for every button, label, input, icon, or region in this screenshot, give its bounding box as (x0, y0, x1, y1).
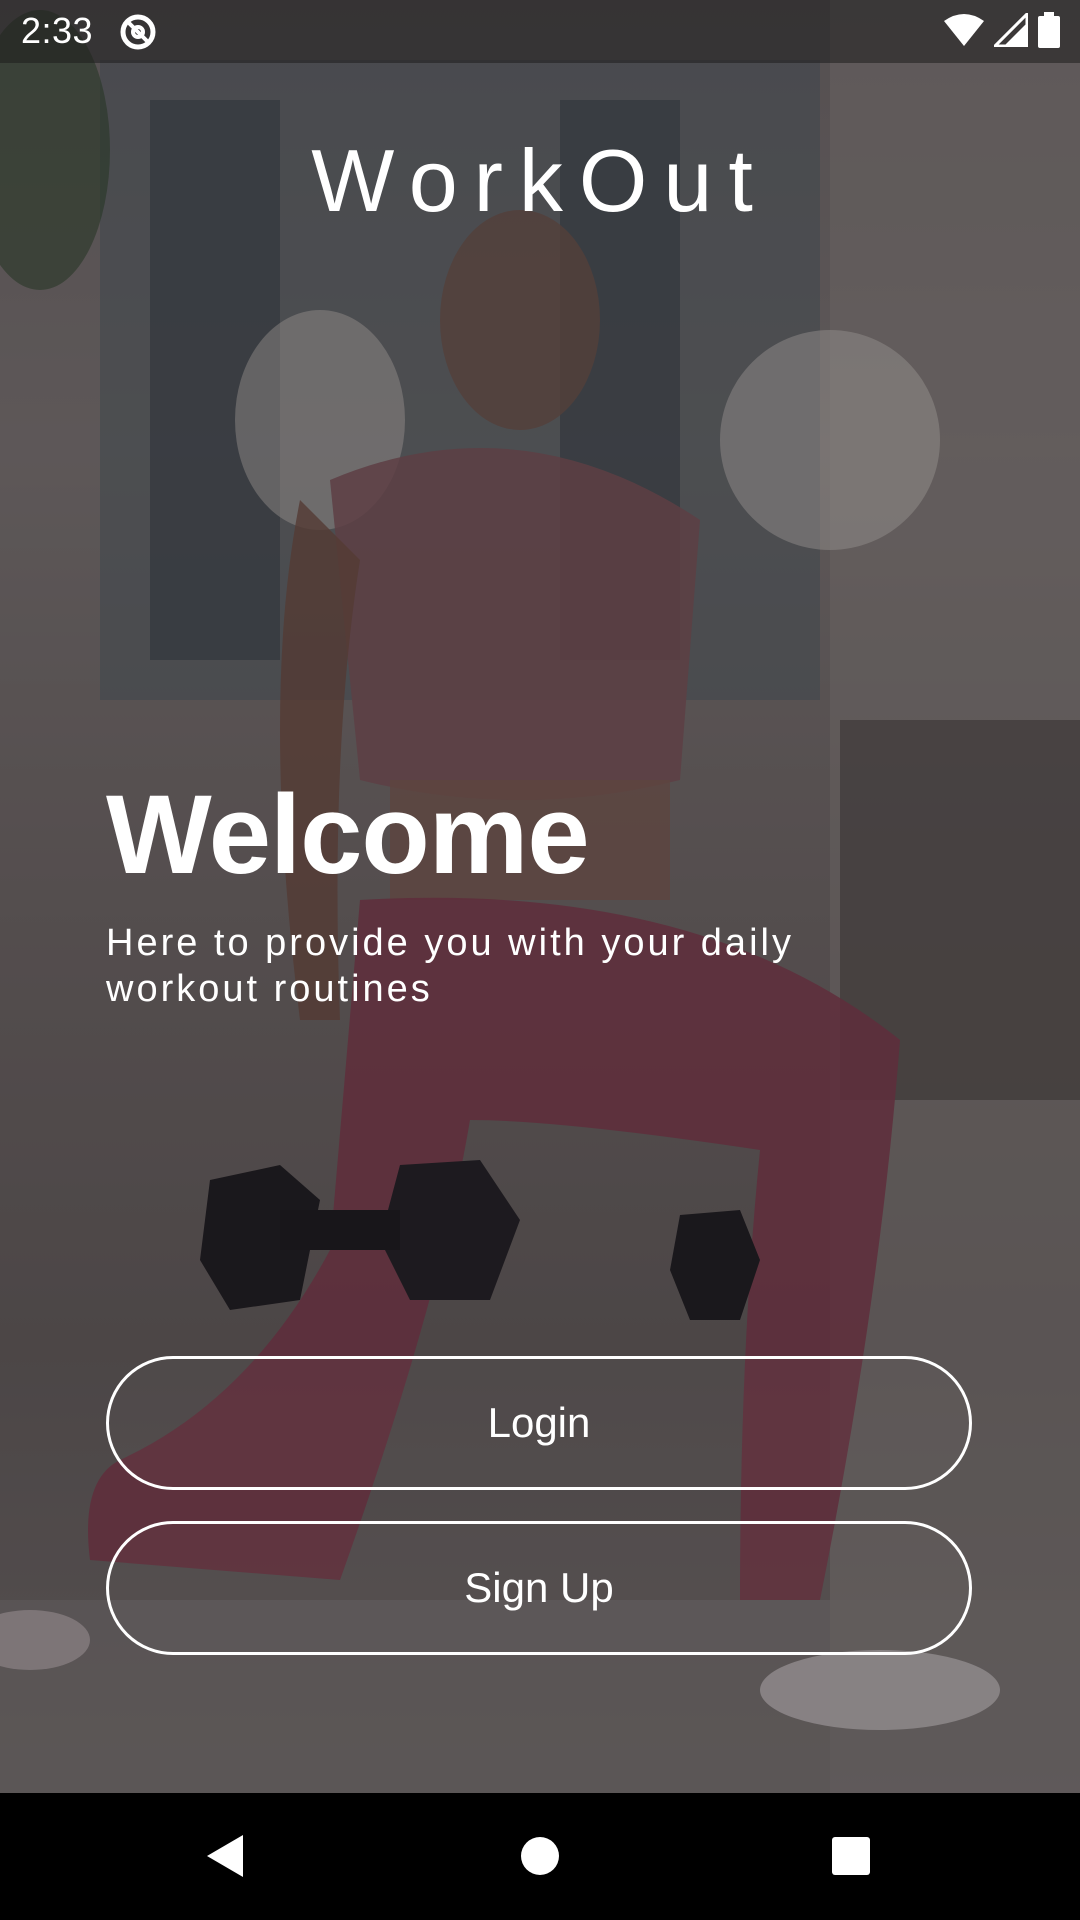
cellular-signal-icon (991, 9, 1029, 52)
navigation-bar (0, 1793, 1080, 1920)
status-icons (944, 9, 1060, 53)
battery-icon (1038, 11, 1060, 53)
recents-icon[interactable] (818, 1823, 884, 1889)
signup-button[interactable]: Sign Up (106, 1521, 972, 1655)
welcome-heading: Welcome (106, 772, 590, 897)
signup-button-label: Sign Up (464, 1564, 614, 1611)
app-title: WorkOut (311, 131, 769, 230)
wifi-icon (944, 13, 984, 52)
welcome-screen: 2:33 WorkOut Welcome Here to provide you… (0, 0, 1080, 1920)
login-button[interactable]: Login (106, 1356, 972, 1490)
status-time: 2:33 (21, 10, 94, 51)
status-bar: 2:33 (0, 0, 1080, 63)
login-button-label: Login (487, 1399, 591, 1446)
back-icon[interactable] (192, 1823, 258, 1889)
home-icon[interactable] (507, 1823, 573, 1889)
at-sign-icon (118, 12, 158, 52)
welcome-subtitle: Here to provide you with your daily work… (106, 922, 794, 1010)
